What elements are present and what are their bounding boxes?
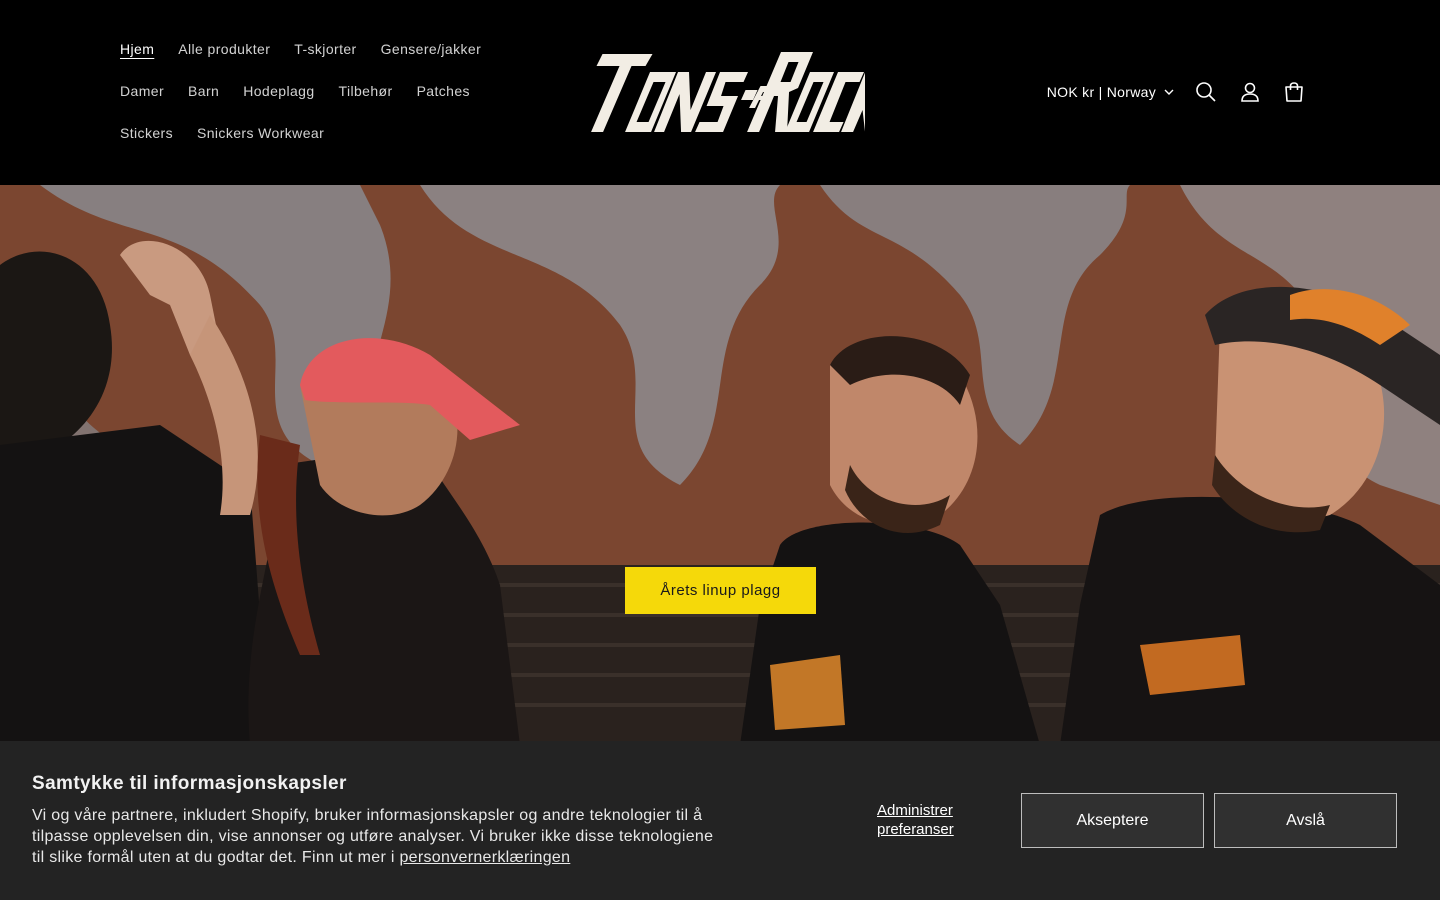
nav-link-stickers[interactable]: Stickers [108, 125, 185, 141]
cookie-text-line-3: til slike formål uten at du godtar det. … [32, 847, 762, 868]
cookie-consent-banner: Samtykke til informasjonskapsler Vi og v… [0, 741, 1440, 900]
locale-label: NOK kr | Norway [1046, 84, 1156, 100]
main-nav: Hjem Alle produkter T-skjorter Gensere/j… [108, 28, 528, 154]
accept-button[interactable]: Akseptere [1021, 793, 1204, 848]
nav-link-hjem[interactable]: Hjem [108, 41, 166, 57]
account-button[interactable] [1228, 70, 1272, 114]
site-header: Hjem Alle produkter T-skjorter Gensere/j… [0, 0, 1440, 185]
locale-selector[interactable]: NOK kr | Norway [1047, 84, 1174, 100]
nav-link-tilbehor[interactable]: Tilbehør [327, 83, 405, 99]
cookie-description: Vi og våre partnere, inkludert Shopify, … [32, 805, 762, 868]
manage-line-2: preferanser [877, 821, 954, 838]
decline-button[interactable]: Avslå [1214, 793, 1397, 848]
header-actions: NOK kr | Norway [1047, 72, 1316, 112]
nav-link-snickers-workwear[interactable]: Snickers Workwear [185, 125, 336, 141]
nav-link-damer[interactable]: Damer [108, 83, 176, 99]
chevron-down-icon [1164, 89, 1174, 95]
account-icon [1241, 82, 1259, 102]
privacy-policy-link[interactable]: personvernerklæringen [399, 849, 570, 866]
search-icon [1196, 82, 1216, 102]
cart-button[interactable] [1272, 70, 1316, 114]
nav-link-barn[interactable]: Barn [176, 83, 231, 99]
nav-row-3: Stickers Snickers Workwear [108, 112, 528, 154]
nav-link-gensere-jakker[interactable]: Gensere/jakker [369, 41, 494, 57]
manage-line-1: Administrer [877, 802, 953, 819]
hero-banner: Årets linup plagg [0, 185, 1440, 745]
cookie-title: Samtykke til informasjonskapsler [32, 773, 347, 794]
site-logo[interactable] [575, 44, 903, 142]
nav-row-2: Damer Barn Hodeplagg Tilbehør Patches [108, 70, 528, 112]
hero-image [0, 185, 1440, 745]
nav-link-patches[interactable]: Patches [405, 83, 482, 99]
cookie-text-line-2: tilpasse opplevelsen din, vise annonser … [32, 828, 714, 845]
cookie-text-line-3-prefix: til slike formål uten at du godtar det. … [32, 849, 400, 866]
nav-link-alle-produkter[interactable]: Alle produkter [166, 41, 282, 57]
nav-link-t-skjorter[interactable]: T-skjorter [282, 41, 368, 57]
manage-preferences-link[interactable]: Administrer preferanser [877, 801, 954, 839]
hero-cta-button[interactable]: Årets linup plagg [625, 567, 816, 614]
cart-icon [1285, 82, 1303, 102]
cookie-text-line-1: Vi og våre partnere, inkludert Shopify, … [32, 807, 703, 824]
nav-link-hodeplagg[interactable]: Hodeplagg [231, 83, 326, 99]
nav-row-1: Hjem Alle produkter T-skjorter Gensere/j… [108, 28, 528, 70]
search-button[interactable] [1184, 70, 1228, 114]
